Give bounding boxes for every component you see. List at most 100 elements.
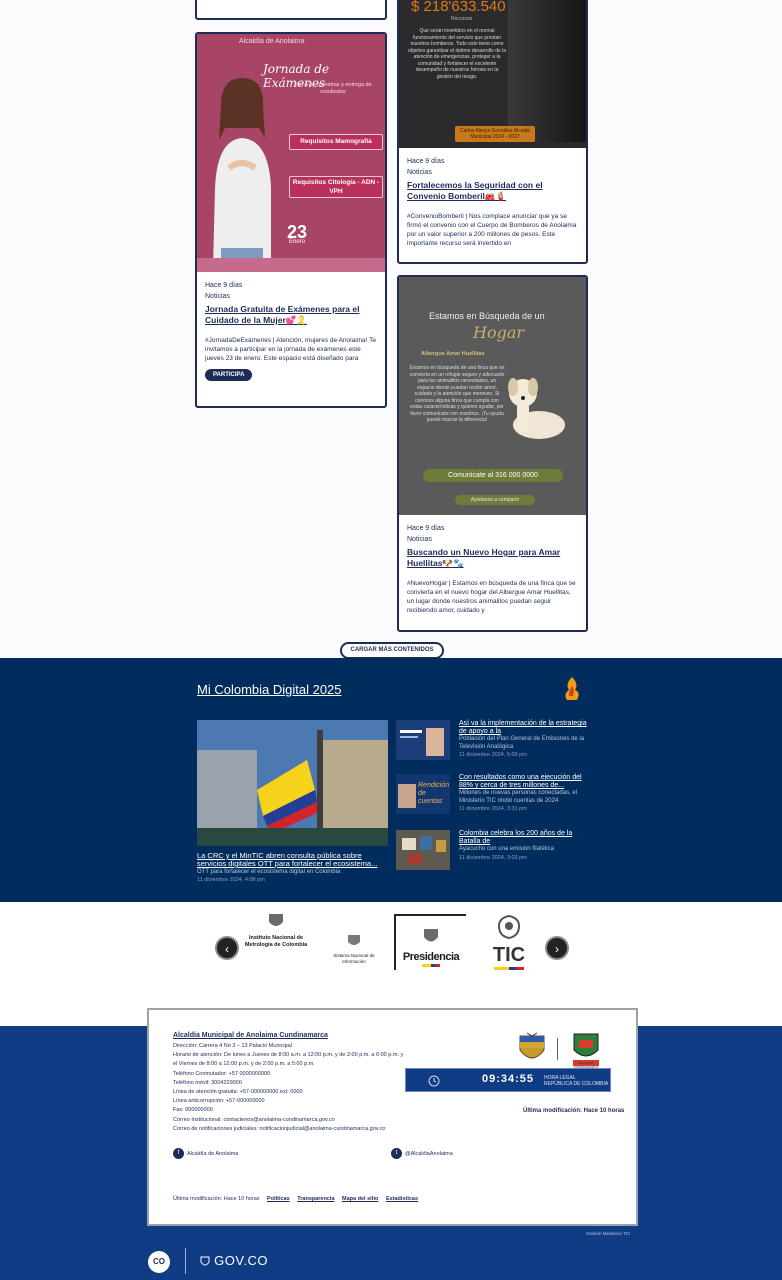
footer-credit: Gestión Ministerio TIC xyxy=(586,1231,631,1236)
footer-link-politicas[interactable]: Políticas xyxy=(267,1196,290,1202)
image-text: Que serán invertidos en el normal funcio… xyxy=(407,28,507,80)
mcd-item-title[interactable]: Colombia celebra los 200 años de la Bata… xyxy=(459,830,587,846)
footer-line: Horario de atención: De lunes a Jueves d… xyxy=(173,1052,404,1059)
load-more-button[interactable]: CARGAR MÁS CONTENIDOS xyxy=(340,642,444,659)
page: Alcaldía de Anolaima Jornada de Exámenes… xyxy=(0,0,782,1280)
footer-link-mapa[interactable]: Mapa del sitio xyxy=(342,1196,378,1202)
footer-line: Teléfono móvil: 3004229000 xyxy=(173,1079,242,1086)
card-title[interactable]: Buscando un Nuevo Hogar para Amar Huelli… xyxy=(407,547,578,569)
facebook-link[interactable]: f Alcaldía de Anolaima xyxy=(173,1148,238,1159)
mcd-main-title[interactable]: La CRC y el MinTIC abren consulta públic… xyxy=(197,852,389,868)
card-image-jornada: Alcaldía de Anolaima Jornada de Exámenes… xyxy=(197,34,385,272)
legal-time-label: HORA LEGAL REPÚBLICA DE COLOMBIA xyxy=(544,1075,609,1087)
footer-entity-name: Alcaldía Municipal de Anolaima Cundinama… xyxy=(173,1032,328,1039)
logo-sni[interactable]: Sistema Nacional de Información xyxy=(326,934,382,964)
card-category: Noticias xyxy=(205,293,230,300)
legal-time: 09:34:55 xyxy=(482,1073,535,1085)
mcd-main-date: 11 diciembre 2024, 4:08 pm xyxy=(197,877,265,883)
footer-link-estadisticas[interactable]: Estadísticas xyxy=(386,1196,418,1202)
presidencia-shield-icon xyxy=(424,929,438,942)
mcd-thumb-text: Rendición de cuentas xyxy=(418,782,450,805)
twitter-icon: t xyxy=(391,1148,402,1159)
govco-label: GOV.CO xyxy=(214,1253,268,1268)
legal-time-clock: 09:34:55 HORA LEGAL REPÚBLICA DE COLOMBI… xyxy=(405,1068,611,1092)
card-title[interactable]: Jornada Gratuita de Exámenes para el Cui… xyxy=(205,304,377,326)
logo-presidencia[interactable]: Presidencia xyxy=(394,914,466,970)
mcd-flame-icon xyxy=(565,677,579,700)
mcd-item-subtitle: Población del Plan General de Emisiones … xyxy=(459,736,585,750)
carousel-prev-button[interactable]: ‹ xyxy=(215,936,239,960)
facebook-label: Alcaldía de Anolaima xyxy=(187,1150,239,1157)
inm-shield-icon xyxy=(269,914,283,926)
footer-line: Fax: 000000000 xyxy=(173,1107,213,1114)
pill-mamografia: Requisitos Mamografía xyxy=(289,134,383,150)
image-contact2: Ayúdanos a compartir xyxy=(455,495,535,505)
image-albergue: Albergue Amar Huellitas xyxy=(421,351,485,357)
mcd-main-image[interactable] xyxy=(197,720,388,846)
mcd-item-title[interactable]: Así va la implementación de la estrategi… xyxy=(459,720,587,736)
dog-illustration xyxy=(508,378,565,439)
footer-card: Alcaldía Municipal de Anolaima Cundinama… xyxy=(147,1008,638,1226)
mcd-item[interactable]: Colombia celebra los 200 años de la Bata… xyxy=(396,830,586,874)
logo-tic-text: TIC xyxy=(492,944,526,966)
last-modified-bottom: Última modificación: Hace 10 horas xyxy=(173,1196,260,1202)
govco-separator xyxy=(185,1248,186,1274)
card-excerpt: #JornadaDeExámenes | Atención, mujeres d… xyxy=(205,337,377,362)
logo-tic[interactable]: TIC xyxy=(484,914,534,970)
participa-button[interactable]: PARTICIPA xyxy=(205,369,253,381)
mcd-thumb: Rendición de cuentas xyxy=(396,774,450,814)
card-category: Noticias xyxy=(407,536,432,543)
image-hogar: Hogar xyxy=(473,323,525,342)
news-card-prev[interactable] xyxy=(195,0,387,20)
footer-line: Línea de atención gratuita: +57-00000000… xyxy=(173,1089,303,1096)
twitter-label: @AlcaldiaAnolaima xyxy=(405,1150,453,1157)
card-meta: Hace 9 días xyxy=(205,282,243,289)
mi-colombia-digital-section: Mi Colombia Digital 2025 La CRC y el Min… xyxy=(0,658,782,902)
image-contact: Comunícate al 316 000 0000 xyxy=(423,469,563,482)
logo-inm-text: Instituto Nacional de Metrología de Colo… xyxy=(244,935,308,948)
mcd-main-subtitle: OTT para fortalecer el ecosistema digita… xyxy=(197,869,341,875)
news-section: Alcaldía de Anolaima Jornada de Exámenes… xyxy=(0,0,782,660)
image-header: Alcaldía de Anolaima xyxy=(239,38,305,45)
footer-line[interactable]: Correo Institucional: contactenos@anolai… xyxy=(173,1116,423,1125)
logo-inm[interactable]: Instituto Nacional de Metrología de Colo… xyxy=(238,912,314,948)
card-title[interactable]: Fortalecemos la Seguridad con el Conveni… xyxy=(407,180,578,202)
mcd-item-subtitle: Millones de nuevas personas conectadas, … xyxy=(459,790,578,804)
mcd-item[interactable]: Rendición de cuentas Con resultados como… xyxy=(396,774,586,818)
footer-line: Línea anticorrupción: +57-000000000 xyxy=(173,1098,265,1105)
mcd-title[interactable]: Mi Colombia Digital 2025 xyxy=(197,682,342,697)
logo-presidencia-text: Presidencia xyxy=(402,951,460,963)
image-amount-sub: Recursos xyxy=(451,16,473,22)
footer-line[interactable]: Correo de notificaciones judiciales: not… xyxy=(173,1125,423,1134)
card-image-hogar: Estamos en Búsqueda de un Hogar Albergue… xyxy=(399,277,586,515)
card-category: Noticias xyxy=(407,169,432,176)
twitter-link[interactable]: t @AlcaldiaAnolaima xyxy=(391,1148,453,1159)
footer-bottom-links: Última modificación: Hace 10 horas Polít… xyxy=(173,1196,424,1202)
image-amount: $ 218'633.540 xyxy=(411,0,506,15)
footer-line: Dirección: Carrera 4 No 3 – 13 Palacio M… xyxy=(173,1043,292,1049)
mcd-item-date: 11 diciembre 2024, 3:03 pm xyxy=(459,854,527,861)
mcd-item-title[interactable]: Con resultados como una ejecución del 88… xyxy=(459,774,587,790)
card-meta: Hace 9 días xyxy=(407,525,445,532)
news-card-bomberos[interactable]: $ 218'633.540 Recursos Que serán inverti… xyxy=(397,0,588,264)
card-excerpt: #NuevoHogar | Estamos en búsqueda de una… xyxy=(407,580,576,614)
mcd-item-date: 11 diciembre 2024, 5:00 pm xyxy=(459,752,527,758)
card-excerpt: #ConvenioBomberil | Nos complace anuncia… xyxy=(407,213,577,247)
mcd-item[interactable]: Así va la implementación de la estrategi… xyxy=(396,720,587,764)
co-logo-icon[interactable]: CO xyxy=(148,1251,170,1273)
image-badge: Carlos Alexys González Alcalde Municipal… xyxy=(455,126,535,142)
tic-flag-bar xyxy=(494,967,524,970)
govco-link[interactable]: GOV.CO xyxy=(200,1253,268,1268)
card-image-bomberos: $ 218'633.540 Recursos Que serán inverti… xyxy=(399,0,586,148)
mcd-item-date: 11 diciembre 2024, 3:31 pm xyxy=(459,806,527,812)
news-card-jornada[interactable]: Alcaldía de Anolaima Jornada de Exámenes… xyxy=(195,32,387,408)
pill-citologia: Requisitos Citología - ADN - VPH xyxy=(289,176,383,198)
image-subtitle: Toma de muestras y entrega de resultados xyxy=(294,82,372,95)
footer-line: Teléfono Conmutador: +57 0000000000 xyxy=(173,1070,271,1077)
mcd-thumb xyxy=(396,720,450,760)
image-month: Enero xyxy=(289,239,306,245)
footer-link-transparencia[interactable]: Transparencia xyxy=(297,1196,334,1202)
carousel-next-button[interactable]: › xyxy=(545,936,569,960)
mcd-main-photo xyxy=(197,720,388,846)
news-card-hogar[interactable]: Estamos en Búsqueda de un Hogar Albergue… xyxy=(397,275,588,632)
